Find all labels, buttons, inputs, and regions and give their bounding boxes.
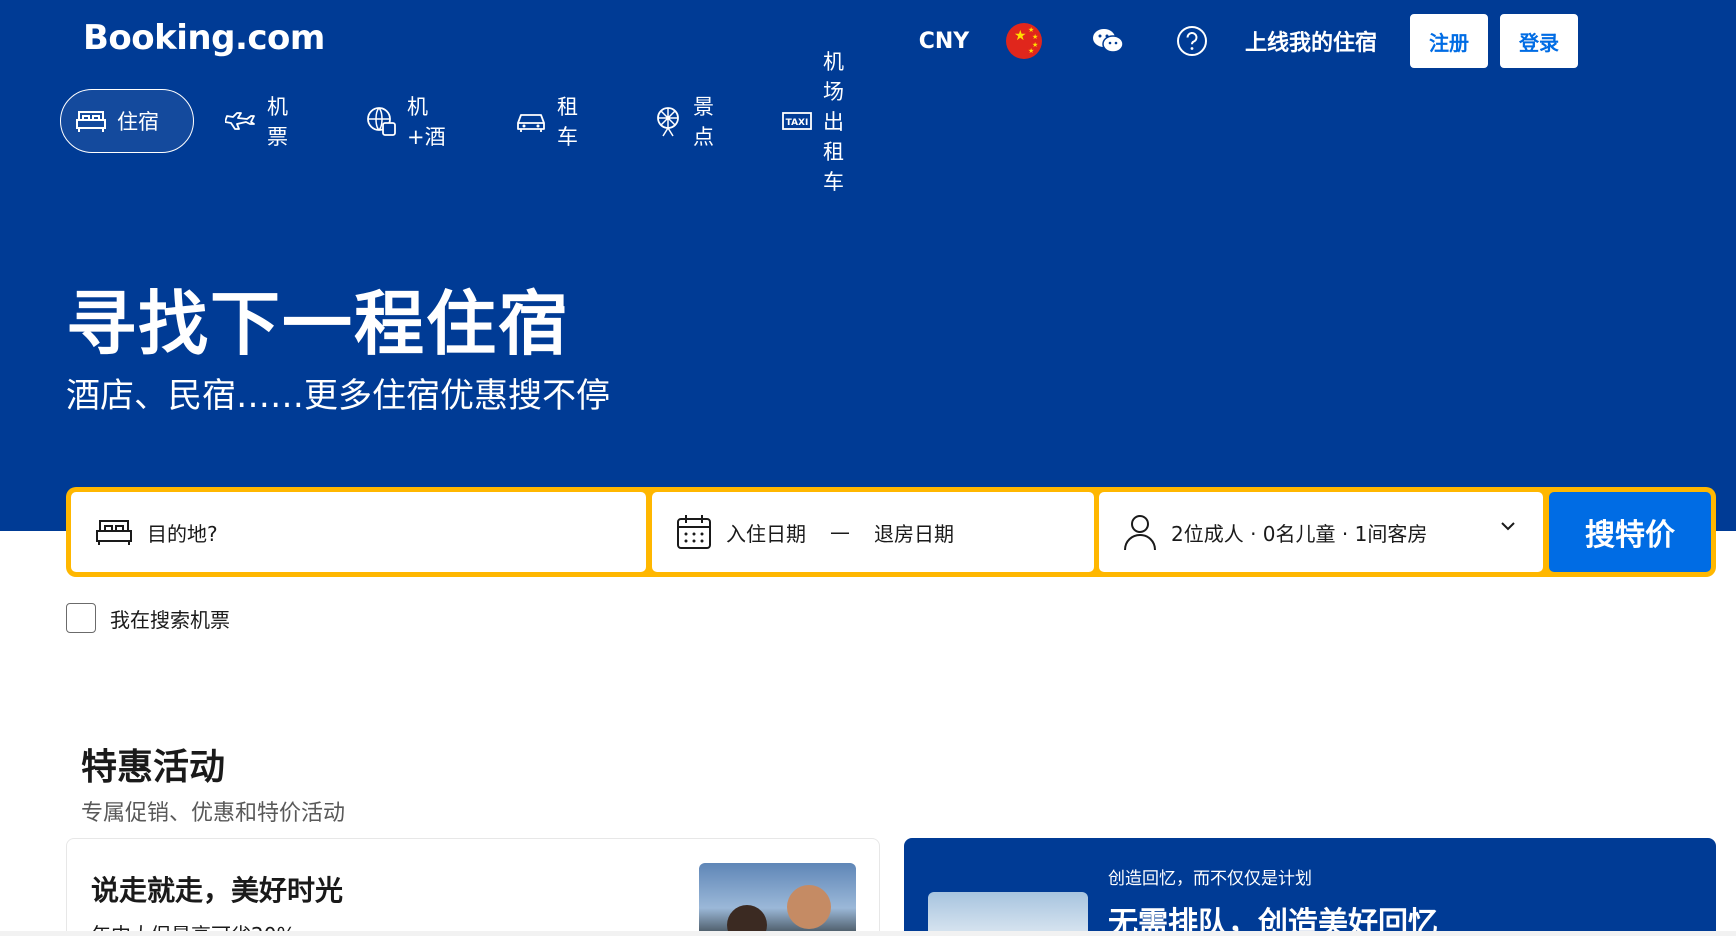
search-button[interactable]: 搜特价 <box>1549 492 1711 572</box>
tab-airport-taxi-label: 机场出租车 <box>823 50 844 194</box>
guests-field[interactable]: 2位成人 · 0名儿童 · 1间客房 <box>1099 492 1543 572</box>
tab-attractions-label: 景点 <box>693 95 714 149</box>
deal-card-attractions[interactable]: 创造回忆，而不仅仅是计划 无需排队，创造美好回忆 <box>904 838 1716 936</box>
china-flag-icon: ★ ★ ★ ★ ★ <box>1006 23 1042 59</box>
checkin-label: 入住日期 <box>726 521 806 546</box>
chevron-down-icon <box>1501 522 1515 531</box>
deals-title: 特惠活动 <box>81 747 226 788</box>
wechat-icon <box>1093 29 1124 53</box>
register-button[interactable]: 注册 <box>1410 14 1488 68</box>
bed-icon <box>76 111 106 132</box>
car-icon <box>517 114 545 132</box>
tab-attractions[interactable]: 景点 <box>638 89 729 153</box>
date-separator: — <box>830 520 850 544</box>
tab-car-rental[interactable]: 租车 <box>500 89 593 153</box>
taxi-icon: TAXI <box>782 112 812 130</box>
person-icon <box>1124 515 1156 551</box>
help-button[interactable] <box>1164 14 1220 68</box>
tab-flights-label: 机票 <box>267 95 288 149</box>
guests-summary: 2位成人 · 0名儿童 · 1间客房 <box>1171 521 1428 546</box>
booking-logo[interactable]: Booking.com <box>83 18 325 58</box>
destination-placeholder: 目的地? <box>147 521 218 546</box>
deals-subtitle: 专属促销、优惠和特价活动 <box>81 801 346 826</box>
deal-card-getaway[interactable]: 说走就走，美好时光 年中大促最高可省20% <box>66 838 880 936</box>
language-selector[interactable]: ★ ★ ★ ★ ★ <box>996 14 1052 68</box>
flight-search-option[interactable]: 我在搜索机票 <box>66 603 230 633</box>
tab-flights[interactable]: 机票 <box>210 89 303 153</box>
globe-plane-icon <box>367 107 396 136</box>
currency-selector[interactable]: CNY <box>908 14 980 68</box>
deal-card-kicker: 创造回忆，而不仅仅是计划 <box>1108 869 1312 889</box>
tab-stays[interactable]: 住宿 <box>60 89 194 153</box>
deal-card-image <box>699 863 856 936</box>
login-button[interactable]: 登录 <box>1500 14 1578 68</box>
deal-card-image <box>928 892 1088 936</box>
tab-stays-label: 住宿 <box>117 110 159 134</box>
date-field[interactable]: 入住日期 — 退房日期 <box>652 492 1094 572</box>
plane-icon <box>225 112 255 130</box>
wechat-button[interactable] <box>1080 14 1136 68</box>
flight-search-checkbox[interactable] <box>66 603 96 633</box>
bed-icon <box>96 520 132 545</box>
tab-airport-taxi[interactable]: TAXI 机场出租车 <box>766 50 859 194</box>
help-icon <box>1177 26 1207 56</box>
tab-flight-hotel[interactable]: 机+酒 <box>350 89 461 153</box>
hero-banner <box>0 0 1736 531</box>
search-bar: 目的地? 入住日期 — 退房日期 2位成人 · 0名儿童 · 1间客房 搜特价 <box>66 487 1716 577</box>
flight-search-label: 我在搜索机票 <box>110 607 230 632</box>
page-divider <box>0 931 1736 936</box>
destination-field[interactable]: 目的地? <box>71 492 646 572</box>
tab-car-rental-label: 租车 <box>557 95 578 149</box>
ferris-wheel-icon <box>657 107 679 137</box>
deal-card-title: 说走就走，美好时光 <box>91 874 344 907</box>
photo-person <box>787 885 831 929</box>
list-property-link[interactable]: 上线我的住宿 <box>1236 14 1386 68</box>
hero-subtitle: 酒店、民宿……更多住宿优惠搜不停 <box>66 376 610 416</box>
checkout-label: 退房日期 <box>874 521 954 546</box>
calendar-icon <box>677 515 711 549</box>
hero-title: 寻找下一程住宿 <box>66 283 570 365</box>
svg-text:TAXI: TAXI <box>786 118 809 128</box>
tab-flight-hotel-label: 机+酒 <box>407 95 446 149</box>
